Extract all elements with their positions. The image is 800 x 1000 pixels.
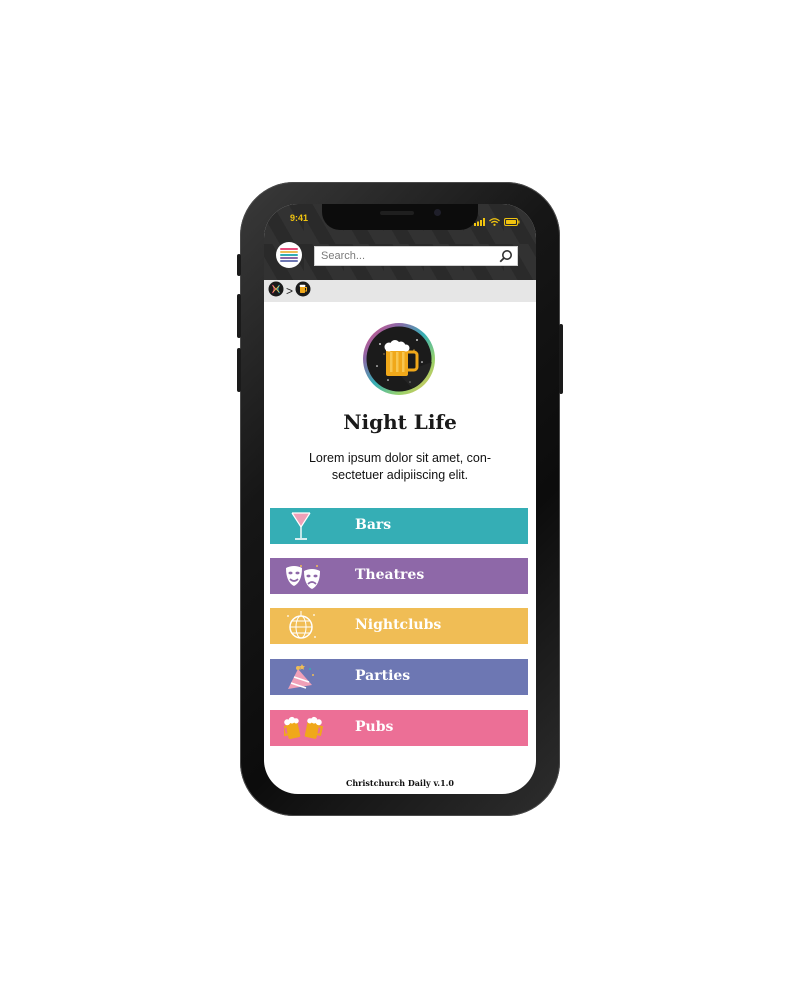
status-time: 9:41 bbox=[290, 213, 309, 223]
battery-icon bbox=[504, 213, 520, 231]
category-label-bars: Bars bbox=[355, 517, 392, 533]
category-pubs-button[interactable]: Pubs bbox=[270, 710, 528, 746]
category-parties-button[interactable]: Parties bbox=[270, 659, 528, 695]
page-title: Night Life bbox=[343, 410, 457, 434]
disco-ball-icon bbox=[284, 610, 318, 642]
app-version-footer: Christchurch Daily v.1.0 bbox=[345, 778, 454, 788]
description-line-2: sectetuer adipiiscing elit. bbox=[331, 468, 469, 482]
status-icons bbox=[474, 213, 520, 231]
front-camera bbox=[434, 209, 441, 216]
breadcrumb-separator: > bbox=[286, 284, 294, 298]
category-label-nightclubs: Nightclubs bbox=[355, 617, 442, 633]
party-hat-icon bbox=[284, 661, 318, 693]
phone-screen: 9:41 Search... > Night Life Lorem ipsum … bbox=[264, 204, 536, 794]
description-line-1: Lorem ipsum dolor sit amet, con- bbox=[308, 451, 491, 465]
volume-down-button bbox=[237, 348, 241, 392]
theatre-masks-icon bbox=[284, 560, 320, 592]
signal-icon bbox=[474, 213, 485, 231]
power-button bbox=[559, 324, 563, 394]
search-icon[interactable] bbox=[499, 249, 513, 268]
category-theatres-button[interactable]: Theatres bbox=[270, 558, 528, 594]
menu-icon bbox=[280, 248, 298, 262]
category-label-theatres: Theatres bbox=[355, 567, 425, 583]
breadcrumb-home-icon[interactable] bbox=[268, 281, 284, 302]
mute-switch bbox=[237, 254, 241, 276]
search-bar bbox=[314, 246, 518, 266]
page-description: Lorem ipsum dolor sit amet, con- sectetu… bbox=[284, 450, 516, 484]
nightlife-hero-icon bbox=[362, 322, 436, 396]
category-nightclubs-button[interactable]: Nightclubs bbox=[270, 608, 528, 644]
category-label-parties: Parties bbox=[355, 668, 411, 684]
breadcrumb: > bbox=[264, 280, 536, 302]
notch bbox=[322, 204, 478, 230]
beer-mugs-icon bbox=[281, 712, 324, 744]
phone-frame: 9:41 Search... > Night Life Lorem ipsum … bbox=[237, 182, 563, 816]
app-header: 9:41 bbox=[264, 204, 536, 280]
speaker bbox=[380, 211, 414, 215]
breadcrumb-nightlife-icon[interactable] bbox=[295, 281, 311, 302]
cocktail-glass-icon bbox=[284, 510, 318, 542]
wifi-icon bbox=[489, 213, 500, 231]
category-bars-button[interactable]: Bars bbox=[270, 508, 528, 544]
search-input[interactable] bbox=[321, 248, 491, 264]
category-label-pubs: Pubs bbox=[355, 719, 394, 735]
volume-up-button bbox=[237, 294, 241, 338]
menu-button[interactable] bbox=[276, 242, 302, 268]
